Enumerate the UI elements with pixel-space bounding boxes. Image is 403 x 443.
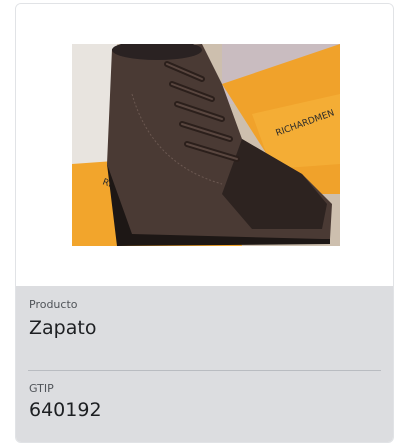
field-divider xyxy=(28,370,381,371)
gtip-value: 640192 xyxy=(29,399,102,421)
product-value: Zapato xyxy=(29,317,97,339)
product-label: Producto xyxy=(29,298,78,311)
product-photo: RICHARDMEN RICHARDMEN xyxy=(72,44,340,246)
gtip-label: GTIP xyxy=(29,382,54,395)
product-image-area: RICHARDMEN RICHARDMEN xyxy=(16,4,393,286)
product-card: RICHARDMEN RICHARDMEN xyxy=(15,3,394,443)
